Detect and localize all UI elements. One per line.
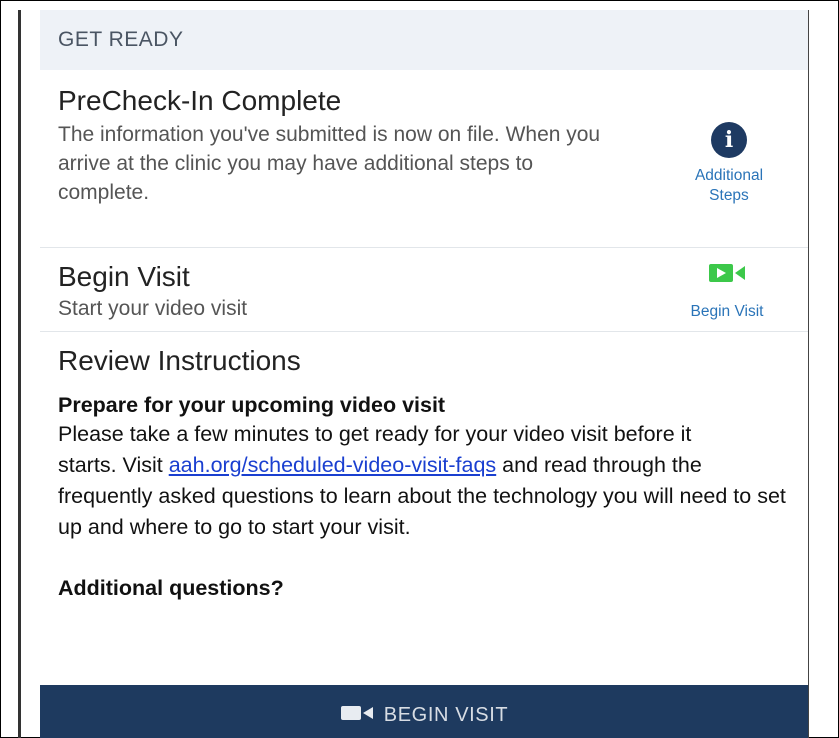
info-icon: i: [711, 122, 747, 158]
app-screen: GET READY PreCheck-In Complete The infor…: [40, 10, 808, 738]
video-camera-icon: [340, 704, 374, 727]
review-heading: Prepare for your upcoming video visit: [58, 393, 446, 417]
left-border: [18, 10, 21, 738]
review-text-2: starts. Visit: [58, 453, 169, 477]
begin-visit-action[interactable]: Begin Visit: [652, 262, 802, 322]
additional-steps-label-1: Additional: [694, 167, 764, 184]
section-title: GET READY: [58, 28, 184, 51]
review-text-1: Please take a few minutes to get ready f…: [58, 422, 692, 446]
additional-questions-heading: Additional questions?: [58, 576, 284, 600]
review-title: Review Instructions: [58, 345, 301, 376]
additional-steps-button[interactable]: i Additional Steps: [664, 122, 794, 206]
review-paragraph: Please take a few minutes to get ready f…: [58, 419, 793, 543]
precheck-description: The information you've submitted is now …: [58, 123, 601, 204]
precheck-title: PreCheck-In Complete: [58, 85, 342, 116]
additional-steps-label-2: Steps: [709, 187, 749, 204]
begin-visit-button-label: BEGIN VISIT: [383, 703, 509, 726]
right-border: [808, 10, 809, 738]
begin-visit-action-label: Begin Visit: [690, 303, 764, 320]
begin-visit-button[interactable]: BEGIN VISIT: [40, 685, 808, 738]
begin-visit-row: Begin Visit Start your video visit Begin…: [40, 248, 808, 332]
precheck-row: PreCheck-In Complete The information you…: [40, 70, 808, 248]
video-camera-icon: [708, 262, 746, 290]
review-instructions-section: Review Instructions Prepare for your upc…: [40, 332, 808, 601]
faq-link[interactable]: aah.org/scheduled-video-visit-faqs: [169, 453, 496, 477]
section-header: GET READY: [40, 10, 808, 70]
